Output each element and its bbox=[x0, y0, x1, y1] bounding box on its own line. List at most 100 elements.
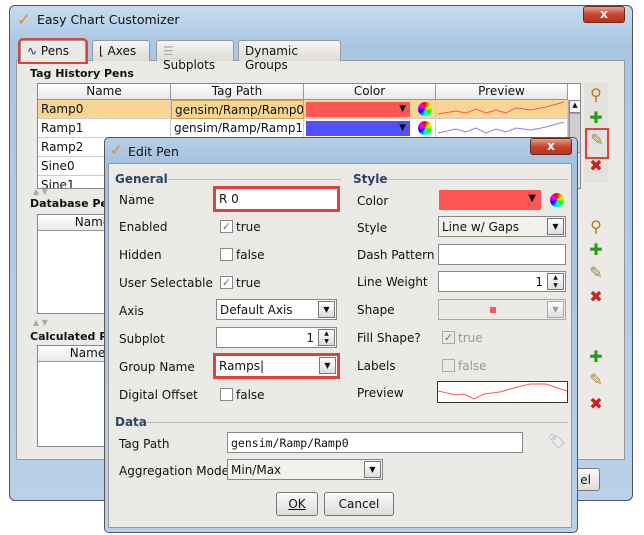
cell-color[interactable]: ▼ bbox=[304, 119, 436, 138]
divider bbox=[168, 179, 341, 180]
user-selectable-checkbox[interactable]: ✓ bbox=[220, 276, 233, 289]
column-header[interactable]: Color bbox=[304, 84, 436, 100]
tag-path-input[interactable]: gensim/Ramp/Ramp0 bbox=[227, 432, 523, 453]
preview-line bbox=[437, 121, 565, 134]
line-chart-icon: ∿ bbox=[27, 44, 38, 58]
line-weight-value: 1 bbox=[535, 275, 543, 289]
tag-path-label: Tag Path bbox=[119, 437, 170, 451]
dash-pattern-label: Dash Pattern bbox=[357, 248, 435, 262]
cell-name[interactable]: Ramp0 bbox=[38, 100, 171, 119]
name-label: Name bbox=[119, 193, 155, 207]
tab-axes[interactable]: ⌊ Axes bbox=[92, 40, 150, 61]
color-wheel-icon[interactable] bbox=[418, 121, 432, 135]
tab-subplots[interactable]: ☰ Subplots bbox=[156, 40, 234, 72]
color-wheel-icon[interactable] bbox=[418, 102, 432, 116]
spinner-arrows-icon[interactable]: ▲ ▼ bbox=[318, 329, 335, 346]
chevron-down-icon[interactable]: ▼ bbox=[547, 218, 564, 235]
axes-icon: ⌊ bbox=[99, 44, 104, 58]
add-icon[interactable]: ✚ bbox=[586, 347, 606, 366]
tag-history-title: Tag History Pens bbox=[30, 67, 134, 80]
tab-dynamic-groups[interactable]: Dynamic Groups bbox=[238, 40, 341, 72]
square-shape-icon bbox=[490, 307, 496, 313]
group-name-combo[interactable]: Ramps| ▼ bbox=[213, 353, 340, 379]
edit-icon[interactable]: ✎ bbox=[586, 263, 606, 282]
enabled-value: true bbox=[236, 220, 261, 234]
cell-name[interactable]: Ramp1 bbox=[38, 119, 171, 138]
axis-label: Axis bbox=[119, 304, 144, 318]
aggregation-mode-select[interactable]: Min/Max ▼ bbox=[227, 459, 383, 480]
window-title: Easy Chart Customizer bbox=[37, 12, 180, 27]
cell-path[interactable]: gensim/Ramp/Ramp1 bbox=[171, 119, 304, 138]
dialog-close-button[interactable]: x bbox=[530, 138, 572, 155]
style-label: Style bbox=[357, 221, 388, 235]
color-wheel-icon[interactable] bbox=[550, 193, 564, 207]
color-select[interactable]: ▼ bbox=[439, 190, 541, 210]
search-icon[interactable]: ⚲ bbox=[586, 85, 606, 104]
chevron-down-icon[interactable]: ▼ bbox=[318, 301, 335, 318]
reorder-arrows-icon[interactable]: ▲ ▼ bbox=[33, 187, 48, 196]
hidden-value: false bbox=[236, 248, 265, 262]
cell-preview bbox=[436, 100, 568, 119]
delete-icon[interactable]: ✖ bbox=[586, 394, 606, 413]
tab-label: Axes bbox=[107, 44, 137, 58]
cancel-button[interactable]: Cancel bbox=[324, 492, 394, 516]
column-header[interactable]: Preview bbox=[436, 84, 568, 100]
app-logo-icon: ✓ bbox=[17, 10, 31, 29]
delete-icon[interactable]: ✖ bbox=[586, 287, 606, 306]
search-icon[interactable]: ⚲ bbox=[586, 217, 606, 236]
window-close-button[interactable]: x bbox=[583, 6, 625, 23]
enabled-checkbox[interactable]: ✓ bbox=[220, 220, 233, 233]
subplot-value: 1 bbox=[306, 331, 314, 345]
tag-browse-icon[interactable]: 🏷 bbox=[548, 434, 566, 450]
digital-offset-checkbox[interactable] bbox=[220, 388, 233, 401]
spinner-arrows-icon[interactable]: ▲ ▼ bbox=[547, 273, 564, 290]
axis-select[interactable]: Default Axis ▼ bbox=[216, 299, 337, 320]
tab-pens[interactable]: ∿ Pens bbox=[18, 38, 88, 64]
edit-icon[interactable]: ✎ bbox=[586, 370, 606, 389]
style-select[interactable]: Line w/ Gaps ▼ bbox=[438, 216, 566, 237]
name-input[interactable]: R 0 bbox=[213, 186, 340, 212]
labels-label: Labels bbox=[357, 359, 396, 373]
shape-select[interactable]: ▼ bbox=[438, 299, 566, 320]
subplot-label: Subplot bbox=[119, 332, 165, 346]
preview-label: Preview bbox=[357, 386, 404, 400]
ok-button[interactable]: OK bbox=[276, 492, 318, 516]
preview-line bbox=[437, 383, 568, 400]
edit-icon[interactable]: ✎ bbox=[585, 128, 609, 159]
digital-offset-label: Digital Offset bbox=[119, 388, 198, 402]
add-icon[interactable]: ✚ bbox=[586, 240, 606, 259]
subplots-icon: ☰ bbox=[163, 44, 174, 58]
delete-icon[interactable]: ✖ bbox=[586, 156, 606, 175]
chevron-down-icon[interactable]: ▼ bbox=[547, 301, 564, 318]
table-row-selected[interactable]: Ramp0 gensim/Ramp/Ramp0 ▼ bbox=[38, 100, 568, 119]
dash-pattern-input[interactable] bbox=[438, 244, 566, 265]
divider bbox=[388, 179, 568, 180]
user-selectable-value: true bbox=[236, 276, 261, 290]
style-preview bbox=[437, 381, 568, 403]
cell-path[interactable]: gensim/Ramp/Ramp0 bbox=[171, 100, 304, 119]
app-logo-icon: ✓ bbox=[110, 141, 123, 159]
add-icon[interactable]: ✚ bbox=[586, 108, 606, 127]
hidden-checkbox[interactable] bbox=[220, 248, 233, 261]
style-section-title: Style bbox=[353, 172, 388, 186]
color-label: Color bbox=[357, 194, 389, 208]
chevron-down-icon[interactable]: ▼ bbox=[364, 461, 381, 478]
chevron-down-icon[interactable]: ▼ bbox=[319, 357, 336, 374]
labels-checkbox[interactable] bbox=[442, 359, 455, 372]
table-row[interactable]: Ramp1 gensim/Ramp/Ramp1 ▼ bbox=[38, 119, 568, 138]
shape-label: Shape bbox=[357, 303, 395, 317]
line-weight-label: Line Weight bbox=[357, 275, 428, 289]
column-header[interactable]: Tag Path bbox=[171, 84, 304, 100]
reorder-arrows-icon[interactable]: ▲ ▼ bbox=[33, 318, 48, 327]
aggregation-mode-label: Aggregation Mode bbox=[119, 464, 229, 478]
user-selectable-label: User Selectable bbox=[119, 276, 213, 290]
fill-shape-checkbox[interactable]: ✓ bbox=[442, 331, 455, 344]
dropdown-arrow-icon: ▼ bbox=[528, 193, 536, 204]
enabled-label: Enabled bbox=[119, 220, 168, 234]
dialog-title: Edit Pen bbox=[128, 144, 179, 159]
line-weight-spinner[interactable]: 1 ▲ ▼ bbox=[438, 271, 566, 292]
column-header[interactable]: Name bbox=[38, 84, 171, 100]
cell-color[interactable]: ▼ bbox=[304, 100, 436, 119]
labels-value: false bbox=[458, 359, 487, 373]
subplot-spinner[interactable]: 1 ▲ ▼ bbox=[216, 327, 337, 348]
